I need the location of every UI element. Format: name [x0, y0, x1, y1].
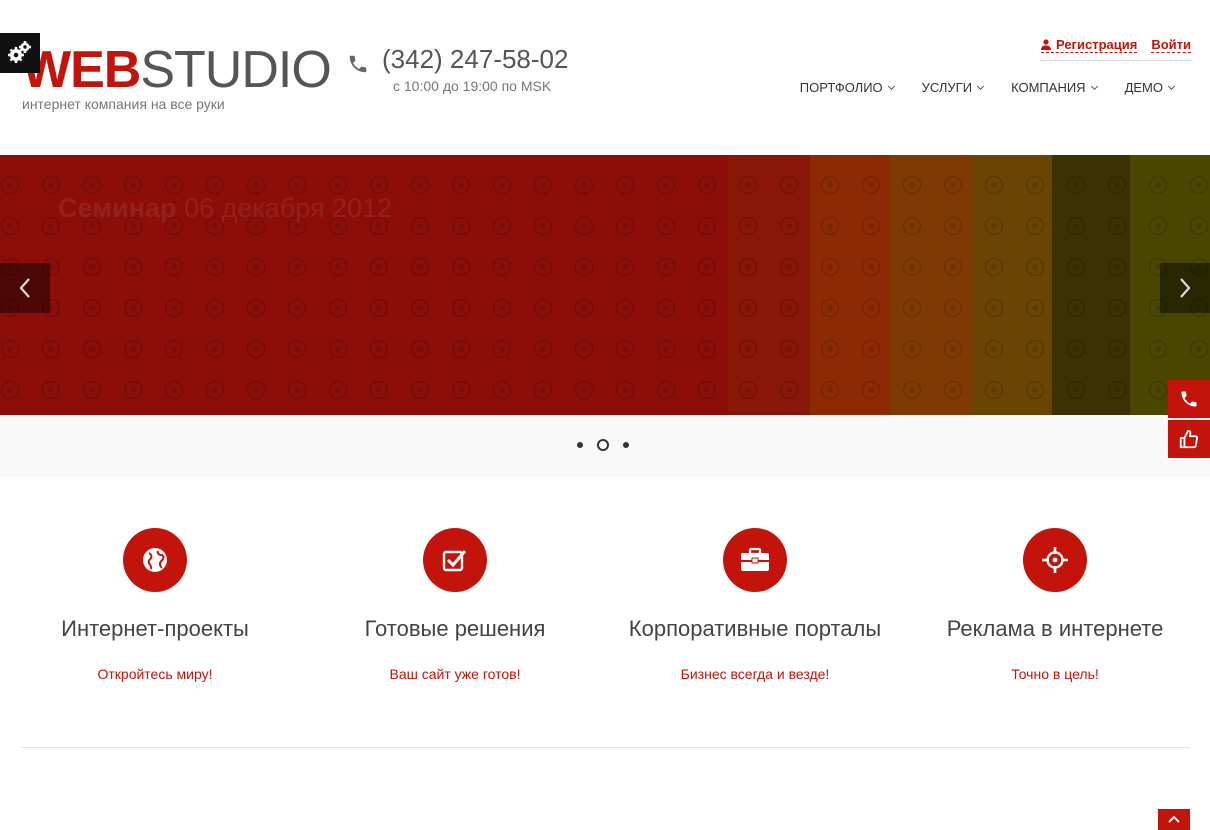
nav-label: КОМПАНИЯ [1011, 80, 1086, 95]
feature-ready-solutions[interactable]: Готовые решения Ваш сайт уже готов! [305, 528, 605, 682]
section-divider [20, 747, 1190, 748]
chevron-down-icon [1090, 82, 1098, 90]
slider-dot-3[interactable] [623, 442, 629, 448]
feature-subtitle[interactable]: Бизнес всегда и везде! [605, 666, 905, 682]
feature-icon-circle [123, 528, 187, 592]
slider-prev-button[interactable] [0, 263, 50, 313]
feature-corporate-portals[interactable]: Корпоративные порталы Бизнес всегда и ве… [605, 528, 905, 682]
working-hours: с 10:00 до 19:00 по MSK [393, 78, 552, 94]
header-divider [1040, 60, 1192, 61]
auth-links: Регистрация Войти [1040, 37, 1191, 53]
main-nav: ПОРТФОЛИО УСЛУГИ КОМПАНИЯ ДЕМО [799, 80, 1176, 95]
target-icon [1042, 547, 1068, 573]
slide-title: Семинар 06 декабря 2012 [58, 193, 392, 224]
slider-dots [577, 439, 629, 451]
like-button[interactable] [1168, 420, 1210, 458]
login-link[interactable]: Войти [1151, 37, 1191, 53]
phone-icon [1181, 391, 1197, 407]
user-icon [1040, 39, 1051, 50]
gears-icon [8, 41, 31, 63]
slider-pagination-band [0, 415, 1210, 477]
checkbox-icon [442, 550, 467, 572]
thumbs-up-icon [1179, 429, 1199, 449]
slide-title-bold: Семинар [58, 193, 177, 223]
settings-button[interactable] [0, 33, 40, 73]
nav-item-portfolio[interactable]: ПОРТФОЛИО [799, 80, 895, 95]
hero-slider[interactable]: Семинар 06 декабря 2012 [0, 155, 1210, 415]
nav-label: ДЕМО [1124, 80, 1163, 95]
site-header: WEBSTUDIO интернет компания на все руки … [0, 0, 1210, 155]
feature-icon-circle [723, 528, 787, 592]
nav-label: ПОРТФОЛИО [799, 80, 883, 95]
callback-button[interactable] [1168, 380, 1210, 418]
feature-internet-advertising[interactable]: Реклама в интернете Точно в цель! [905, 528, 1205, 682]
chevron-up-icon [1168, 815, 1180, 823]
feature-icon-circle [423, 528, 487, 592]
phone-number[interactable]: (342) 247-58-02 [382, 44, 568, 75]
feature-subtitle[interactable]: Точно в цель! [905, 666, 1205, 682]
feature-internet-projects[interactable]: Интернет-проекты Откройтесь миру! [5, 528, 305, 682]
globe-icon [143, 548, 167, 572]
nav-item-company[interactable]: КОМПАНИЯ [1011, 80, 1098, 95]
register-link[interactable]: Регистрация [1040, 37, 1138, 53]
logo-studio: STUDIO [140, 41, 331, 99]
chevron-left-icon [19, 278, 30, 298]
feature-title: Реклама в интернете [946, 616, 1164, 641]
slider-dot-1[interactable] [577, 442, 583, 448]
nav-item-demo[interactable]: ДЕМО [1124, 80, 1176, 95]
phone-icon [349, 55, 367, 73]
feature-icon-circle [1023, 528, 1087, 592]
site-logo[interactable]: WEBSTUDIO [22, 41, 332, 99]
feature-title: Корпоративные порталы [628, 616, 882, 641]
register-label: Регистрация [1055, 37, 1138, 52]
feature-subtitle[interactable]: Ваш сайт уже готов! [305, 666, 605, 682]
chevron-down-icon [887, 82, 895, 90]
nav-label: УСЛУГИ [921, 80, 973, 95]
slider-next-button[interactable] [1160, 263, 1210, 313]
site-tagline: интернет компания на все руки [22, 96, 225, 112]
feature-title: Интернет-проекты [61, 616, 249, 641]
slider-dot-2[interactable] [597, 439, 609, 451]
scroll-to-top-button[interactable] [1158, 809, 1190, 830]
briefcase-icon [741, 547, 769, 571]
feature-title: Готовые решения [364, 616, 546, 641]
chevron-down-icon [977, 82, 985, 90]
feature-subtitle[interactable]: Откройтесь миру! [5, 666, 305, 682]
slide-title-date: 06 декабря 2012 [184, 193, 393, 223]
nav-item-services[interactable]: УСЛУГИ [921, 80, 985, 95]
chevron-down-icon [1167, 82, 1176, 90]
chevron-right-icon [1180, 278, 1191, 298]
